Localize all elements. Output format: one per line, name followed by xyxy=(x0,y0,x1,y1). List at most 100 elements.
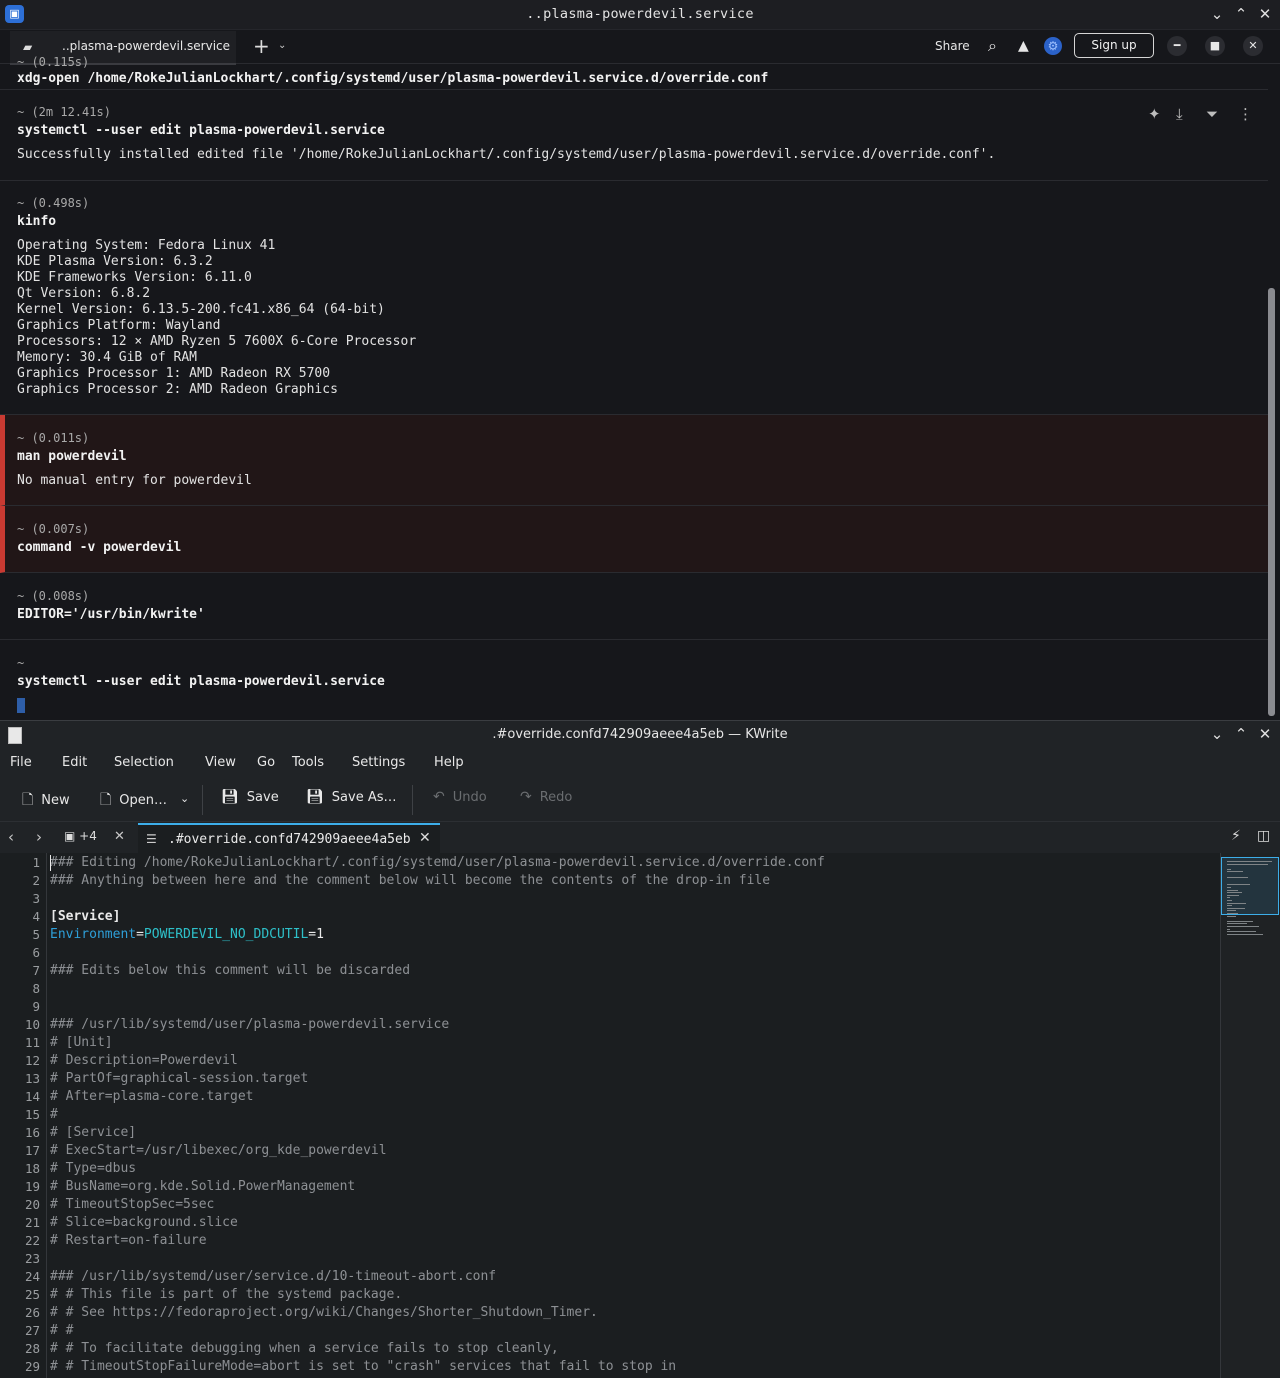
minimap-line xyxy=(1227,928,1230,930)
block-dir: ~ (0.008s) xyxy=(17,589,90,603)
minimap-line xyxy=(1227,933,1263,935)
text-cursor[interactable] xyxy=(17,698,25,713)
editor-window: .#override.confd742909aeee4a5eb — KWrite… xyxy=(0,720,1280,1378)
command-block-error[interactable]: ~ (0.011s) man powerdevil No manual entr… xyxy=(0,415,1268,506)
window-title: ..plasma-powerdevil.service xyxy=(526,6,754,22)
minimap-line xyxy=(1227,926,1259,927)
scrollbar[interactable] xyxy=(1268,288,1275,716)
menu-go[interactable]: Go xyxy=(257,755,275,770)
document-tabbar: ‹ › ▣ +4 ✕ ☰ .#override.confd742909aeee4… xyxy=(0,822,1280,856)
menu-selection[interactable]: Selection xyxy=(114,755,174,770)
save-as-label: Save As… xyxy=(331,790,397,805)
open-dropdown-icon[interactable]: ⌄ xyxy=(180,792,189,805)
block-dir: ~ xyxy=(17,656,25,670)
minimap-viewport[interactable] xyxy=(1221,857,1279,915)
ai-sparkle-icon[interactable]: ✦ xyxy=(1148,105,1161,123)
minimap-line xyxy=(1227,892,1242,894)
command-block[interactable]: ~ (2m 12.41s) systemctl --user edit plas… xyxy=(0,90,1268,181)
close-icon[interactable]: ✕ xyxy=(1256,5,1274,23)
active-input-block[interactable]: ~ systemctl --user edit plasma-powerdevi… xyxy=(0,640,1268,720)
menu-view[interactable]: View xyxy=(205,755,236,770)
command-block[interactable]: ~ (0.115s) xdg-open /home/RokeJulianLock… xyxy=(0,55,1268,90)
undo-icon: ↶ xyxy=(433,789,445,805)
download-icon[interactable]: ⤓ xyxy=(1176,105,1183,123)
maximize-icon[interactable]: ■ xyxy=(1205,36,1225,56)
minimap[interactable] xyxy=(1220,853,1280,1378)
line-number: 10 xyxy=(24,1017,40,1032)
new-document-icon: 🗋 xyxy=(22,792,34,808)
command-block[interactable]: ~ (0.498s) kinfo Operating System: Fedor… xyxy=(0,181,1268,415)
block-command: EDITOR='/usr/bin/kwrite' xyxy=(17,607,205,622)
toolbar: 🗋 New 🗋 Open… ⌄ 💾︎ Save 💾︎ Save As… ↶ Undo ↷ R… xyxy=(0,778,1280,822)
back-icon[interactable]: ‹ xyxy=(8,828,14,846)
line-number: 22 xyxy=(24,1233,40,1248)
close-icon[interactable]: ✕ xyxy=(1256,725,1274,743)
code-line: # [Unit] xyxy=(50,1035,113,1050)
code-line: # Description=Powerdevil xyxy=(50,1053,238,1068)
minimize-icon[interactable]: ━ xyxy=(1167,36,1187,56)
line-number-gutter: 1 2 3 4 5 6 7 8 9 10 11 12 13 14 15 16 17 18 19 20 21 22 23 24 2… xyxy=(0,853,47,1378)
code-line: # # This file is part of the systemd pac… xyxy=(50,1287,403,1302)
search-icon[interactable]: ⌕ xyxy=(988,36,997,56)
chevron-down-icon[interactable]: ⌄ xyxy=(278,40,286,51)
close-tab-icon[interactable]: ✕ xyxy=(419,830,431,846)
menu-file[interactable]: File xyxy=(10,755,32,770)
terminal-titlebar: ▣ ..plasma-powerdevil.service ⌄ ⌃ ✕ xyxy=(0,0,1280,30)
redo-button[interactable]: ↷ Redo xyxy=(520,789,572,805)
line-number: 19 xyxy=(24,1179,40,1194)
text-document-icon: ☰ xyxy=(146,832,157,846)
minimap-line xyxy=(1227,887,1231,888)
line-number: 4 xyxy=(32,909,40,924)
signup-button[interactable]: Sign up xyxy=(1074,33,1154,58)
more-options-icon[interactable]: ⋮ xyxy=(1238,105,1253,123)
text-editor[interactable]: 1 2 3 4 5 6 7 8 9 10 11 12 13 14 15 16 17 18 19 20 21 22 23 24 2… xyxy=(0,853,1220,1378)
command-block-error[interactable]: ~ (0.007s) command -v powerdevil xyxy=(0,506,1268,573)
document-tab[interactable]: ☰ .#override.confd742909aeee4a5eb ✕ xyxy=(138,823,440,856)
minimap-line xyxy=(1227,871,1243,873)
new-tab-icon[interactable]: + xyxy=(253,34,270,58)
hidden-tabs[interactable]: ▣ +4 xyxy=(64,829,97,843)
command-block[interactable]: ~ (0.008s) EDITOR='/usr/bin/kwrite' xyxy=(0,573,1268,640)
save-button[interactable]: 💾︎ Save xyxy=(221,789,279,805)
code-line: ### Editing /home/RokeJulianLockhart/.co… xyxy=(50,855,825,870)
config-key: Environment xyxy=(50,927,137,942)
minimize-icon[interactable]: ⌄ xyxy=(1208,725,1226,743)
minimap-line xyxy=(1227,900,1232,901)
save-as-button[interactable]: 💾︎ Save As… xyxy=(306,789,397,805)
new-button[interactable]: 🗋 New xyxy=(22,789,70,813)
close-icon[interactable]: ✕ xyxy=(1243,36,1263,56)
minimize-icon[interactable]: ⌄ xyxy=(1208,5,1226,23)
menu-settings[interactable]: Settings xyxy=(352,755,405,770)
maximize-icon[interactable]: ⌃ xyxy=(1232,725,1250,743)
forward-icon[interactable]: › xyxy=(36,828,42,846)
open-button[interactable]: 🗋 Open… xyxy=(100,789,167,813)
code-line: # TimeoutStopSec=5sec xyxy=(50,1197,215,1212)
undo-button[interactable]: ↶ Undo xyxy=(433,789,487,805)
maximize-icon[interactable]: ⌃ xyxy=(1232,5,1250,23)
menu-help[interactable]: Help xyxy=(434,755,464,770)
minimap-line xyxy=(1227,931,1257,933)
line-number: 3 xyxy=(32,891,40,906)
filter-icon[interactable]: ⏷ xyxy=(1206,105,1218,123)
quick-open-icon[interactable]: ⚡ xyxy=(1231,828,1241,844)
close-hidden-tabs-icon[interactable]: ✕ xyxy=(114,829,125,844)
line-number: 5 xyxy=(32,927,40,942)
line-number: 2 xyxy=(32,873,40,888)
line-number: 27 xyxy=(24,1323,40,1338)
minimap-line xyxy=(1227,894,1239,896)
split-view-icon[interactable]: ◫ xyxy=(1257,828,1270,844)
minimap-line xyxy=(1227,861,1272,862)
code-line: ### Anything between here and the commen… xyxy=(50,873,771,888)
code-line: # BusName=org.kde.Solid.PowerManagement xyxy=(50,1179,356,1194)
minimap-line xyxy=(1227,902,1247,904)
share-button[interactable]: Share xyxy=(935,39,970,53)
code-line: # Slice=background.slice xyxy=(50,1215,238,1230)
menu-bar: File Edit Selection View Go Tools Settin… xyxy=(0,749,1280,778)
menu-tools[interactable]: Tools xyxy=(292,755,324,770)
settings-icon[interactable]: ⚙ xyxy=(1044,37,1062,55)
line-number: 26 xyxy=(24,1305,40,1320)
menu-edit[interactable]: Edit xyxy=(62,755,87,770)
minimap-line xyxy=(1227,863,1269,865)
minimap-line xyxy=(1227,889,1238,891)
warp-ai-icon[interactable]: ▲ xyxy=(1018,38,1029,54)
